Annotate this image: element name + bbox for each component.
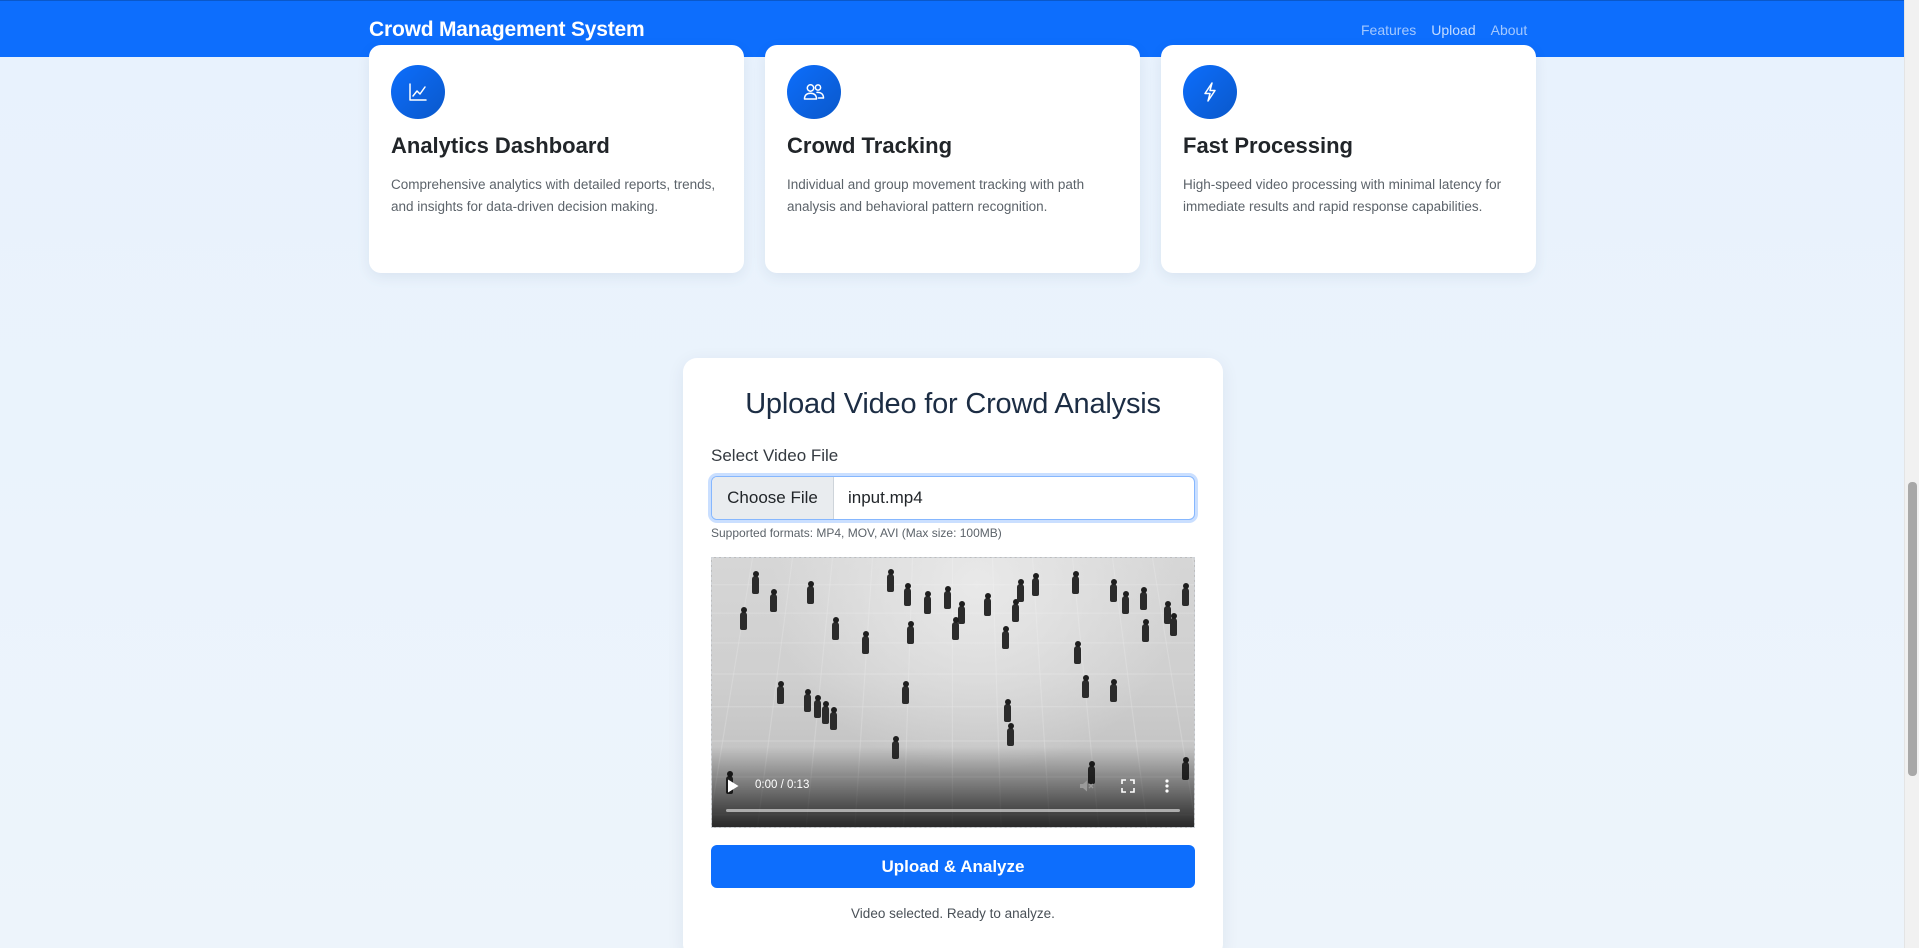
file-help-text: Supported formats: MP4, MOV, AVI (Max si… bbox=[711, 526, 1002, 540]
selected-file-name: input.mp4 bbox=[848, 488, 923, 507]
video-person bbox=[952, 617, 959, 640]
video-person bbox=[1002, 626, 1009, 649]
video-person bbox=[1004, 699, 1011, 722]
video-person bbox=[862, 631, 869, 654]
video-person bbox=[1182, 583, 1189, 606]
lightning-icon bbox=[1183, 65, 1237, 119]
video-person bbox=[822, 701, 829, 724]
fullscreen-icon[interactable] bbox=[1120, 778, 1136, 794]
video-person bbox=[804, 689, 811, 712]
video-person bbox=[740, 607, 747, 630]
upload-title: Upload Video for Crowd Analysis bbox=[745, 388, 1161, 420]
video-person bbox=[1140, 587, 1147, 610]
video-person bbox=[1017, 579, 1024, 602]
video-person bbox=[1110, 579, 1117, 602]
people-icon bbox=[787, 65, 841, 119]
nav-link-about[interactable]: About bbox=[1491, 22, 1528, 38]
video-person bbox=[1074, 641, 1081, 664]
features-section: Analytics Dashboard Comprehensive analyt… bbox=[369, 45, 1537, 273]
video-preview[interactable]: 0:00 / 0:13 bbox=[711, 557, 1195, 828]
upload-analyze-button[interactable]: Upload & Analyze bbox=[711, 845, 1195, 888]
video-person bbox=[984, 593, 991, 616]
video-person bbox=[944, 586, 951, 609]
scrollbar-thumb[interactable] bbox=[1908, 482, 1917, 776]
page: Crowd Management System Features Upload … bbox=[0, 0, 1919, 948]
nav-link-upload[interactable]: Upload bbox=[1431, 22, 1475, 38]
file-field-label: Select Video File bbox=[711, 446, 839, 465]
choose-file-button[interactable]: Choose File bbox=[712, 477, 834, 519]
video-person bbox=[907, 621, 914, 644]
video-person bbox=[1072, 571, 1079, 594]
chart-line-icon bbox=[391, 65, 445, 119]
video-person bbox=[830, 707, 837, 730]
more-options-icon[interactable] bbox=[1162, 778, 1172, 794]
video-person bbox=[752, 571, 759, 594]
video-time: 0:00 / 0:13 bbox=[755, 779, 810, 791]
video-person bbox=[1082, 675, 1089, 698]
upload-card: Upload Video for Crowd Analysis Select V… bbox=[683, 358, 1223, 948]
video-person bbox=[770, 589, 777, 612]
video-person bbox=[958, 601, 965, 624]
video-person bbox=[1032, 573, 1039, 596]
brand[interactable]: Crowd Management System bbox=[369, 18, 645, 42]
video-person bbox=[1012, 599, 1019, 622]
feature-card-processing: Fast Processing High-speed video process… bbox=[1161, 45, 1536, 273]
status-message: Video selected. Ready to analyze. bbox=[851, 906, 1055, 921]
feature-title: Analytics Dashboard bbox=[391, 133, 610, 158]
feature-description: Individual and group movement tracking w… bbox=[787, 177, 1085, 214]
video-person bbox=[1122, 591, 1129, 614]
video-person bbox=[902, 681, 909, 704]
feature-title: Crowd Tracking bbox=[787, 133, 953, 158]
play-icon[interactable] bbox=[726, 778, 740, 794]
video-person bbox=[814, 695, 821, 718]
feature-card-analytics: Analytics Dashboard Comprehensive analyt… bbox=[369, 45, 744, 273]
video-person bbox=[807, 581, 814, 604]
volume-muted-icon[interactable] bbox=[1078, 778, 1094, 794]
video-person bbox=[1110, 679, 1117, 702]
video-person bbox=[832, 617, 839, 640]
video-person bbox=[1142, 619, 1149, 642]
video-progress-bar[interactable] bbox=[726, 809, 1180, 812]
video-person bbox=[887, 569, 894, 592]
video-person bbox=[904, 583, 911, 606]
video-person bbox=[924, 591, 931, 614]
video-person bbox=[1007, 723, 1014, 746]
video-person bbox=[1170, 613, 1177, 636]
feature-title: Fast Processing bbox=[1183, 133, 1353, 158]
nav-link-features[interactable]: Features bbox=[1361, 22, 1416, 38]
nav-links: Features Upload About bbox=[1361, 22, 1527, 38]
feature-description: Comprehensive analytics with detailed re… bbox=[391, 177, 716, 214]
page-scrollbar[interactable] bbox=[1904, 0, 1919, 948]
video-person bbox=[777, 681, 784, 704]
feature-description: High-speed video processing with minimal… bbox=[1183, 177, 1502, 214]
video-file-input[interactable]: Choose File input.mp4 bbox=[711, 476, 1195, 520]
feature-card-tracking: Crowd Tracking Individual and group move… bbox=[765, 45, 1140, 273]
